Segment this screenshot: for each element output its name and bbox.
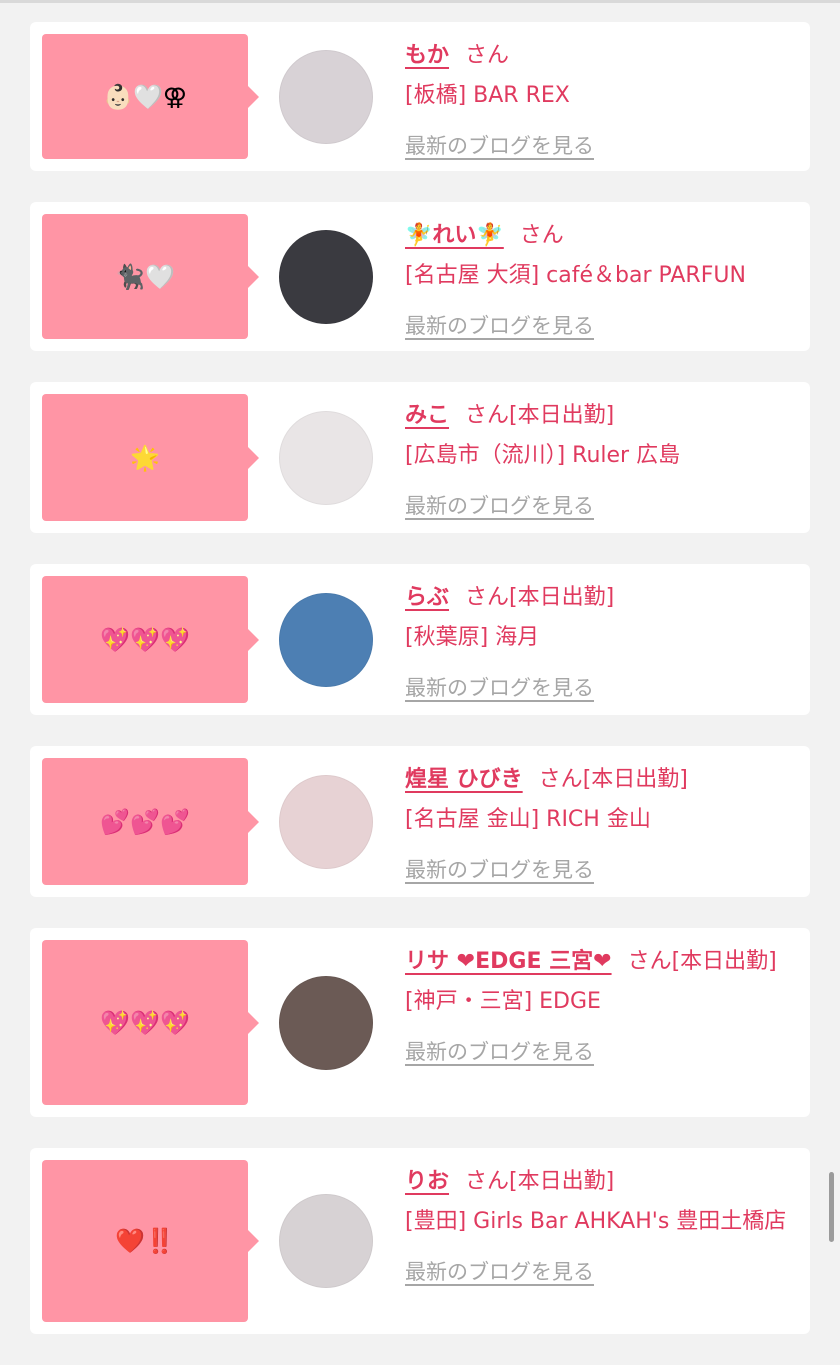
blog-link[interactable]: 最新のブログを見る — [405, 126, 594, 166]
top-divider — [0, 0, 840, 3]
emoji-text: 💖💖💖 — [100, 625, 190, 654]
blog-link[interactable]: 最新のブログを見る — [405, 306, 594, 346]
status-label: [本日出勤] — [509, 403, 615, 428]
cast-name-link[interactable]: もか — [405, 43, 449, 68]
cast-info: りお さん[本日出勤] [豊田] Girls Bar AHKAH's 豊田土橋店 … — [405, 1162, 795, 1293]
san-suffix: さん — [627, 949, 672, 974]
cast-name-link[interactable]: リサ ❤EDGE 三宮❤ — [405, 949, 612, 974]
blog-link[interactable]: 最新のブログを見る — [405, 850, 594, 890]
san-suffix: さん — [465, 1169, 510, 1194]
emoji-text: 💖💖💖 — [100, 1008, 190, 1037]
cast-info: みこ さん[本日出勤] [広島市（流川）] Ruler 広島 最新のブログを見る — [405, 396, 795, 527]
san-suffix: さん — [465, 43, 510, 68]
emoji-bubble: 💕💕💕 — [42, 758, 259, 885]
emoji-bubble: 👶🏻🤍⚢ — [42, 34, 259, 159]
blog-link[interactable]: 最新のブログを見る — [405, 1032, 594, 1072]
avatar[interactable] — [279, 976, 373, 1070]
cast-name-link[interactable]: りお — [405, 1169, 449, 1194]
avatar[interactable] — [279, 593, 373, 687]
shop-label: [名古屋 大須] café＆bar PARFUN — [405, 263, 746, 288]
emoji-text: 🌟 — [130, 443, 160, 472]
cast-info: らぶ さん[本日出勤] [秋葉原] 海月 最新のブログを見る — [405, 578, 795, 709]
san-suffix: さん — [465, 403, 510, 428]
shop-label: [神戸・三宮] EDGE — [405, 989, 601, 1014]
avatar[interactable] — [279, 230, 373, 324]
name-line: 🧚れい🧚 さん — [405, 216, 795, 256]
cast-card: 🐈‍⬛🤍 🧚れい🧚 さん [名古屋 大須] café＆bar PARFUN 最新の… — [30, 202, 810, 351]
shop-label: [広島市（流川）] Ruler 広島 — [405, 443, 681, 468]
emoji-bubble: 🌟 — [42, 394, 259, 521]
avatar[interactable] — [279, 50, 373, 144]
cast-card: ❤️‼️ りお さん[本日出勤] [豊田] Girls Bar AHKAH's 豊… — [30, 1148, 810, 1334]
cast-name-link[interactable]: みこ — [405, 403, 449, 428]
san-suffix: さん — [465, 585, 510, 610]
scrollbar[interactable] — [829, 1172, 834, 1242]
cast-info: 🧚れい🧚 さん [名古屋 大須] café＆bar PARFUN 最新のブログを見… — [405, 216, 795, 347]
emoji-text: ❤️‼️ — [115, 1227, 175, 1255]
status-label: [本日出勤] — [509, 585, 615, 610]
name-line: みこ さん[本日出勤] — [405, 396, 795, 436]
cast-card: 💕💕💕 煌星 ひびき さん[本日出勤] [名古屋 金山] RICH 金山 最新のブ… — [30, 746, 810, 897]
san-suffix: さん — [538, 767, 583, 792]
emoji-bubble: 💖💖💖 — [42, 576, 259, 703]
avatar[interactable] — [279, 775, 373, 869]
status-label: [本日出勤] — [582, 767, 688, 792]
san-suffix: さん — [519, 223, 564, 248]
blog-link[interactable]: 最新のブログを見る — [405, 486, 594, 526]
cast-card: 💖💖💖 らぶ さん[本日出勤] [秋葉原] 海月 最新のブログを見る — [30, 564, 810, 715]
emoji-text: 🐈‍⬛🤍 — [115, 262, 175, 291]
shop-label: [豊田] Girls Bar AHKAH's 豊田土橋店 — [405, 1209, 787, 1234]
cast-name-link[interactable]: 🧚れい🧚 — [405, 223, 504, 248]
status-label: [本日出勤] — [509, 1169, 615, 1194]
name-line: リサ ❤EDGE 三宮❤ さん[本日出勤] — [405, 942, 795, 982]
avatar[interactable] — [279, 411, 373, 505]
cast-info: 煌星 ひびき さん[本日出勤] [名古屋 金山] RICH 金山 最新のブログを見… — [405, 760, 795, 891]
shop-label: [秋葉原] 海月 — [405, 625, 540, 650]
emoji-text: 💕💕💕 — [100, 807, 190, 836]
cast-card: 🌟 みこ さん[本日出勤] [広島市（流川）] Ruler 広島 最新のブログを見… — [30, 382, 810, 533]
avatar[interactable] — [279, 1194, 373, 1288]
status-label: [本日出勤] — [671, 949, 777, 974]
blog-link[interactable]: 最新のブログを見る — [405, 1252, 594, 1292]
emoji-text: 👶🏻🤍⚢ — [103, 82, 187, 111]
name-line: もか さん — [405, 36, 795, 76]
shop-label: [名古屋 金山] RICH 金山 — [405, 807, 651, 832]
cast-card: 💖💖💖 リサ ❤EDGE 三宮❤ さん[本日出勤] [神戸・三宮] EDGE 最新… — [30, 928, 810, 1117]
cast-name-link[interactable]: 煌星 ひびき — [405, 767, 523, 792]
blog-link[interactable]: 最新のブログを見る — [405, 668, 594, 708]
cast-info: リサ ❤EDGE 三宮❤ さん[本日出勤] [神戸・三宮] EDGE 最新のブログ… — [405, 942, 795, 1073]
emoji-bubble: 🐈‍⬛🤍 — [42, 214, 259, 339]
shop-label: [板橋] BAR REX — [405, 83, 570, 108]
name-line: らぶ さん[本日出勤] — [405, 578, 795, 618]
emoji-bubble: ❤️‼️ — [42, 1160, 259, 1322]
name-line: りお さん[本日出勤] — [405, 1162, 795, 1202]
cast-info: もか さん [板橋] BAR REX 最新のブログを見る — [405, 36, 795, 167]
emoji-bubble: 💖💖💖 — [42, 940, 259, 1105]
cast-card: 👶🏻🤍⚢ もか さん [板橋] BAR REX 最新のブログを見る — [30, 22, 810, 171]
cast-name-link[interactable]: らぶ — [405, 585, 449, 610]
cast-list: 👶🏻🤍⚢ もか さん [板橋] BAR REX 最新のブログを見る 🐈‍⬛🤍 🧚れ… — [30, 22, 810, 1365]
name-line: 煌星 ひびき さん[本日出勤] — [405, 760, 795, 800]
